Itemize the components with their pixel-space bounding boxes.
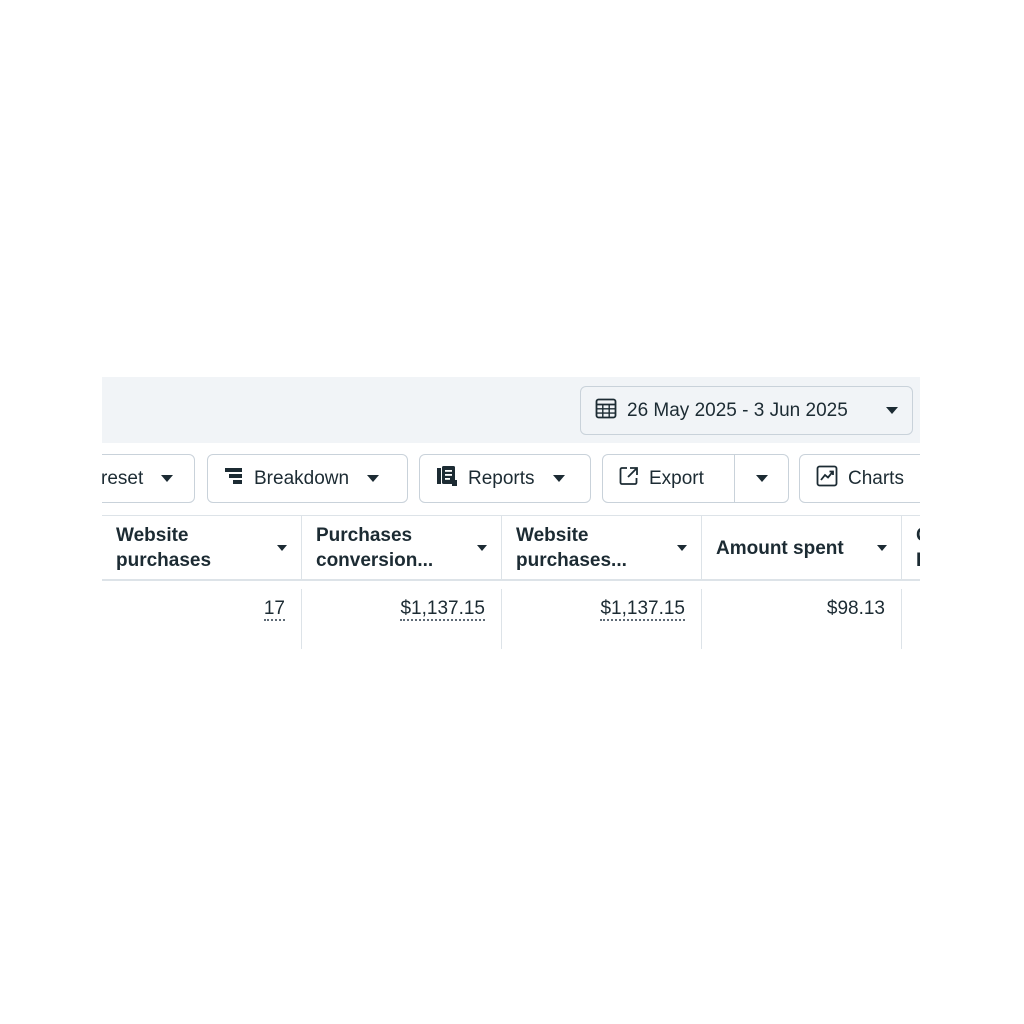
cell-purchases-conversion-value: $1,137.15 xyxy=(302,589,502,649)
cell-website-purchases-value: $1,137.15 xyxy=(502,589,702,649)
chevron-down-icon xyxy=(367,475,380,482)
breakdown-label: Breakdown xyxy=(254,467,350,489)
chevron-down-icon xyxy=(161,475,174,482)
export-button[interactable]: Export xyxy=(602,454,735,503)
breakdown-button[interactable]: Breakdown xyxy=(207,454,408,503)
cell-website-purchases: 17 xyxy=(102,589,302,649)
export-options-button[interactable] xyxy=(735,454,789,503)
column-header-label: C I xyxy=(916,525,920,571)
cell-truncated xyxy=(902,589,920,649)
line-chart-icon xyxy=(816,465,838,493)
amount-spent-value: $98.13 xyxy=(826,598,885,619)
chevron-down-icon xyxy=(552,475,565,482)
column-header-website-purchases-value[interactable]: Website purchases... xyxy=(502,516,702,580)
ads-manager-panel: 26 May 2025 - 3 Jun 2025 reset Breakdown xyxy=(102,377,920,649)
reports-label: Reports xyxy=(468,467,535,489)
table-row: 17 $1,137.15 $1,137.15 $98.13 xyxy=(102,589,920,649)
charts-label: Charts xyxy=(848,467,904,489)
cell-amount-spent: $98.13 xyxy=(702,589,902,649)
table-toolbar: reset Breakdown Reports Export Charts xyxy=(102,454,920,504)
column-header-truncated[interactable]: C I xyxy=(902,516,920,580)
date-bar: 26 May 2025 - 3 Jun 2025 xyxy=(102,377,920,443)
column-header-label: Amount spent xyxy=(716,537,844,559)
table-header: Website purchases Purchases conversion..… xyxy=(102,515,920,581)
export-icon xyxy=(619,466,639,492)
chevron-down-icon xyxy=(277,545,287,551)
export-label: Export xyxy=(649,467,704,489)
column-header-purchases-conversion[interactable]: Purchases conversion... xyxy=(302,516,502,580)
column-header-label: Purchases conversion... xyxy=(316,525,434,571)
website-purchases-conversion-value[interactable]: $1,137.15 xyxy=(600,599,685,621)
preset-button[interactable]: reset xyxy=(102,454,195,503)
chevron-down-icon xyxy=(755,475,768,482)
chevron-down-icon xyxy=(886,407,898,414)
website-purchases-value[interactable]: 17 xyxy=(263,599,285,621)
date-range-picker[interactable]: 26 May 2025 - 3 Jun 2025 xyxy=(580,386,913,435)
chevron-down-icon xyxy=(477,545,487,551)
column-header-website-purchases[interactable]: Website purchases xyxy=(102,516,302,580)
chevron-down-icon xyxy=(677,545,687,551)
column-header-amount-spent[interactable]: Amount spent xyxy=(702,516,902,580)
results-table: Website purchases Purchases conversion..… xyxy=(102,515,920,649)
breakdown-icon xyxy=(224,466,244,492)
charts-button[interactable]: Charts xyxy=(799,454,920,503)
purchases-conversion-value[interactable]: $1,137.15 xyxy=(400,599,485,621)
reports-icon xyxy=(436,465,458,493)
column-header-label: Website purchases... xyxy=(516,525,627,571)
column-header-label: Website purchases xyxy=(116,525,212,571)
date-range-label: 26 May 2025 - 3 Jun 2025 xyxy=(627,399,848,421)
chevron-down-icon xyxy=(877,545,887,551)
calendar-icon xyxy=(595,397,617,424)
reports-button[interactable]: Reports xyxy=(419,454,591,503)
preset-label: reset xyxy=(102,467,144,489)
